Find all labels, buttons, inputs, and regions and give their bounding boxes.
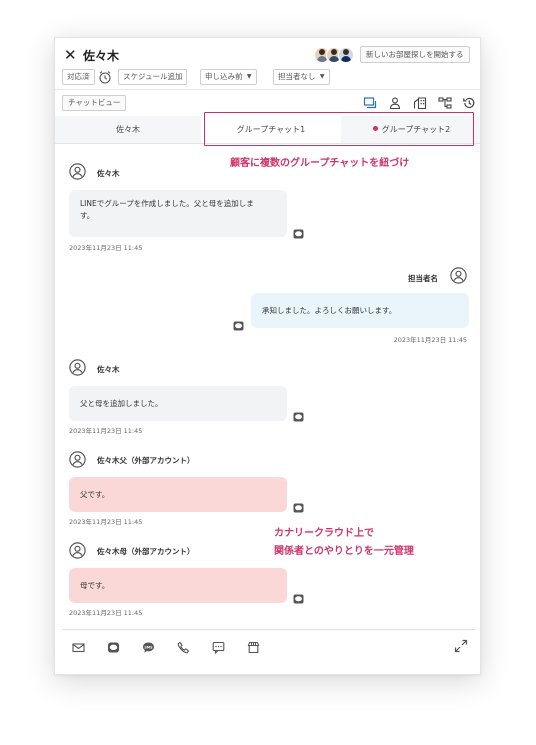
start-room-search-button[interactable]: 新しいお部屋探しを開始する: [360, 46, 470, 63]
annotation-centralized-management: カナリークラウド上で 関係者とのやりとりを一元管理: [274, 525, 414, 561]
assignee-value: 担当者なし: [278, 72, 316, 81]
member-avatars[interactable]: [314, 47, 354, 63]
chat-view-icon[interactable]: [363, 95, 377, 109]
svg-text:SMS: SMS: [144, 645, 153, 649]
message-sender: 佐々木: [97, 169, 120, 178]
schedule-add-button[interactable]: スケジュール追加: [118, 69, 188, 85]
expand-icon[interactable]: [454, 638, 468, 653]
chat-window: ✕ 佐々木 新しいお部屋探しを開始する 対応済 スケジュール追加 申し込み前 ▼…: [54, 37, 481, 675]
sms-icon[interactable]: SMS: [142, 639, 155, 653]
caret-down-icon: ▼: [246, 73, 252, 80]
annotation-line: カナリークラウド上で: [274, 528, 374, 539]
message-sender: 佐々木: [97, 365, 120, 374]
tab-label: 佐々木: [116, 125, 140, 134]
message-bubble: LINEでグループを作成しました。父と母を追加しま す。: [69, 190, 287, 237]
hierarchy-icon[interactable]: [438, 95, 452, 109]
message-sender: 佐々木父（外部アカウント）: [97, 456, 195, 465]
mail-icon[interactable]: [72, 639, 85, 653]
message-bubble: 父です。: [69, 477, 287, 512]
application-status-dropdown[interactable]: 申し込み前 ▼: [200, 69, 257, 85]
customer-name-title: 佐々木: [83, 49, 120, 63]
close-icon[interactable]: ✕: [64, 46, 77, 64]
divider: [55, 89, 480, 90]
phone-icon[interactable]: [177, 639, 190, 654]
alarm-clock-icon[interactable]: [97, 69, 113, 85]
message-timestamp: 2023年11月23日 11:45: [69, 244, 143, 252]
status-chip[interactable]: 対応済: [62, 69, 95, 85]
channel-toolbar: SMS: [62, 629, 475, 660]
user-avatar-icon: [450, 267, 467, 284]
user-avatar-icon: [69, 359, 86, 376]
message-timestamp: 2023年11月23日 11:45: [69, 518, 143, 526]
user-icon[interactable]: [388, 95, 402, 110]
chat-view-button[interactable]: チャットビュー: [62, 95, 127, 111]
user-avatar-icon: [69, 451, 86, 468]
caret-down-icon: ▼: [319, 73, 325, 80]
message-sender: 担当者名: [408, 274, 438, 283]
message-sender: 佐々木母（外部アカウント）: [97, 547, 195, 556]
line-icon: [293, 224, 304, 239]
assignee-dropdown[interactable]: 担当者なし ▼: [273, 69, 330, 85]
line-icon[interactable]: [107, 639, 120, 653]
line-icon: [293, 407, 304, 422]
line-icon: [293, 589, 304, 604]
building-icon[interactable]: [413, 95, 427, 110]
application-status-value: 申し込み前: [205, 72, 243, 81]
message-timestamp: 2023年11月23日 11:45: [69, 427, 143, 435]
group-chat-highlight-box: [204, 112, 474, 146]
line-icon: [293, 498, 304, 513]
store-icon[interactable]: [247, 639, 260, 654]
line-icon: [233, 316, 244, 331]
message-timestamp: 2023年11月23日 11:45: [393, 336, 467, 344]
annotation-multiple-groups: 顧客に複数のグループチャットを紐づけ: [230, 158, 410, 169]
history-icon[interactable]: [462, 95, 476, 109]
message-bubble: 承知しました。よろしくお願いします。: [251, 293, 469, 328]
message-bubble: 父と母を追加しました。: [69, 386, 287, 421]
avatar: [338, 47, 354, 63]
tab-customer[interactable]: 佐々木: [55, 116, 201, 143]
message-bubble: 母です。: [69, 568, 287, 603]
annotation-line: 関係者とのやりとりを一元管理: [274, 546, 414, 557]
chat-icon[interactable]: [212, 639, 225, 655]
message-timestamp: 2023年11月23日 11:45: [69, 609, 143, 617]
user-avatar-icon: [69, 542, 86, 559]
user-avatar-icon: [69, 163, 86, 180]
